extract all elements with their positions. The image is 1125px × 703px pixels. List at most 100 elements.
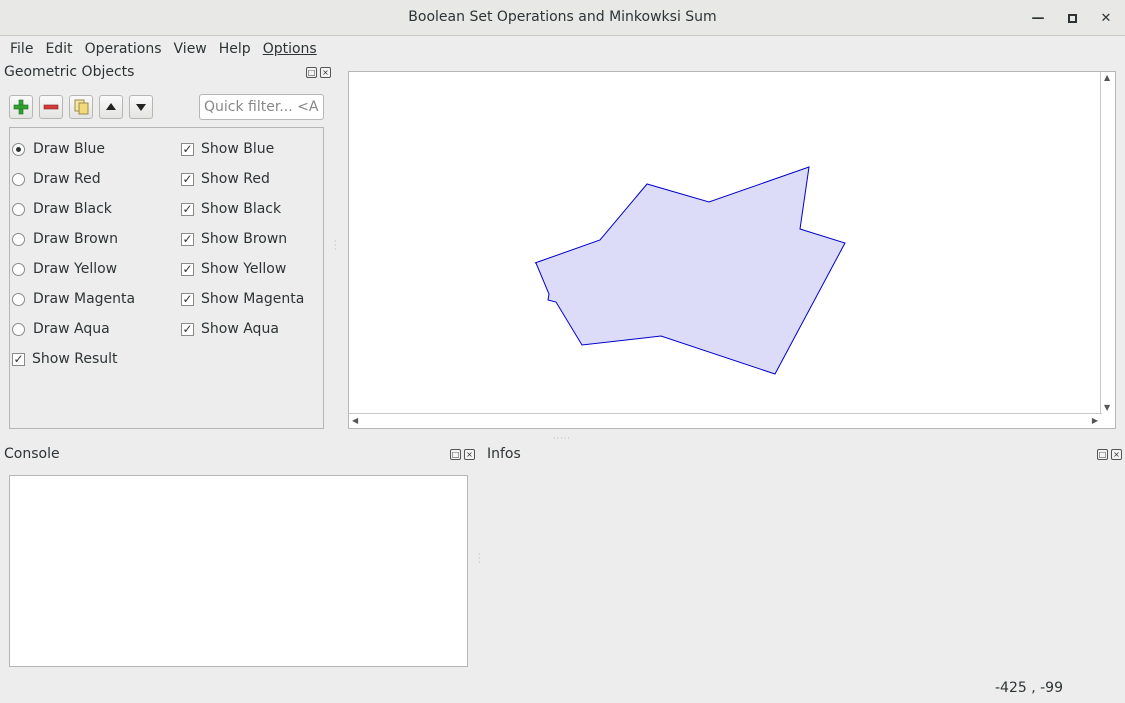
menu-options[interactable]: Options bbox=[258, 41, 322, 57]
draw-blue-radio[interactable]: Draw Blue bbox=[12, 140, 105, 158]
scroll-up-icon[interactable]: ▲ bbox=[1104, 73, 1110, 82]
arrow-up-icon bbox=[106, 103, 116, 110]
float-console-button[interactable]: □ bbox=[450, 449, 461, 460]
show-brown-checkbox[interactable]: ✓ Show Brown bbox=[181, 230, 287, 248]
vertical-scrollbar[interactable]: ▲ ▼ bbox=[1100, 72, 1115, 414]
draw-brown-radio[interactable]: Draw Brown bbox=[12, 230, 118, 248]
show-result-label: Show Result bbox=[32, 351, 118, 367]
radio-indicator bbox=[12, 232, 25, 246]
scroll-right-icon[interactable]: ▶ bbox=[1092, 416, 1098, 425]
checkmark-icon: ✓ bbox=[181, 231, 194, 246]
maximize-button[interactable] bbox=[1062, 8, 1082, 28]
geometric-objects-panel: Draw Blue Draw Red Draw Black Draw Brown… bbox=[9, 127, 324, 429]
float-dock-button[interactable]: □ bbox=[306, 67, 317, 78]
show-brown-label: Show Brown bbox=[201, 231, 288, 247]
show-aqua-label: Show Aqua bbox=[201, 321, 279, 337]
window-title: Boolean Set Operations and Minkowksi Sum bbox=[408, 9, 717, 25]
draw-black-label: Draw Black bbox=[33, 201, 112, 217]
maximize-icon bbox=[1067, 13, 1077, 23]
draw-red-label: Draw Red bbox=[33, 171, 101, 187]
show-red-checkbox[interactable]: ✓ Show Red bbox=[181, 170, 270, 188]
close-dock-button[interactable]: × bbox=[320, 67, 331, 78]
menu-view[interactable]: View bbox=[169, 41, 212, 57]
copy-icon bbox=[74, 99, 89, 115]
show-black-checkbox[interactable]: ✓ Show Black bbox=[181, 200, 281, 218]
copy-object-button[interactable] bbox=[69, 95, 93, 119]
move-down-button[interactable] bbox=[129, 95, 153, 119]
vertical-splitter-handle[interactable]: · · · bbox=[334, 238, 338, 254]
infos-splitter-handle[interactable]: · · · bbox=[478, 551, 482, 567]
radio-indicator bbox=[12, 142, 25, 156]
remove-object-button[interactable] bbox=[39, 95, 63, 119]
geometric-objects-title: Geometric Objects bbox=[4, 64, 135, 80]
show-result-checkbox[interactable]: ✓ Show Result bbox=[12, 350, 117, 368]
show-blue-checkbox[interactable]: ✓ Show Blue bbox=[181, 140, 274, 158]
checkmark-icon: ✓ bbox=[181, 141, 194, 156]
canvas-svg bbox=[534, 166, 846, 375]
checkmark-icon: ✓ bbox=[181, 291, 194, 306]
menu-bar: File Edit Operations View Help Options bbox=[0, 37, 1125, 61]
close-icon: × bbox=[1113, 450, 1120, 459]
draw-red-radio[interactable]: Draw Red bbox=[12, 170, 101, 188]
plus-icon bbox=[13, 99, 29, 115]
radio-indicator bbox=[12, 262, 25, 276]
float-icon: □ bbox=[1098, 450, 1107, 459]
move-up-button[interactable] bbox=[99, 95, 123, 119]
draw-aqua-label: Draw Aqua bbox=[33, 321, 110, 337]
checkmark-icon: ✓ bbox=[181, 171, 194, 186]
menu-file[interactable]: File bbox=[5, 41, 38, 57]
minimize-button[interactable]: — bbox=[1028, 8, 1048, 28]
checkmark-icon: ✓ bbox=[181, 321, 194, 336]
checkmark-icon: ✓ bbox=[181, 261, 194, 276]
horizontal-scrollbar[interactable]: ◀ ▶ bbox=[349, 413, 1102, 428]
radio-indicator bbox=[12, 322, 25, 336]
show-blue-label: Show Blue bbox=[201, 141, 275, 157]
arrow-down-icon bbox=[136, 104, 146, 111]
draw-black-radio[interactable]: Draw Black bbox=[12, 200, 112, 218]
show-black-label: Show Black bbox=[201, 201, 282, 217]
show-yellow-checkbox[interactable]: ✓ Show Yellow bbox=[181, 260, 286, 278]
console-title: Console bbox=[4, 446, 60, 462]
float-infos-button[interactable]: □ bbox=[1097, 449, 1108, 460]
draw-yellow-radio[interactable]: Draw Yellow bbox=[12, 260, 117, 278]
close-icon: ✕ bbox=[1100, 10, 1112, 26]
close-button[interactable]: ✕ bbox=[1096, 8, 1116, 28]
console-output[interactable] bbox=[9, 475, 468, 667]
minus-icon bbox=[43, 104, 59, 110]
radio-indicator bbox=[12, 292, 25, 306]
draw-brown-label: Draw Brown bbox=[33, 231, 118, 247]
float-icon: □ bbox=[451, 450, 460, 459]
scroll-down-icon[interactable]: ▼ bbox=[1104, 403, 1110, 412]
cursor-coordinates: -425 , -99 bbox=[995, 680, 1063, 696]
menu-operations[interactable]: Operations bbox=[80, 41, 167, 57]
infos-title: Infos bbox=[487, 446, 521, 462]
menu-help[interactable]: Help bbox=[214, 41, 256, 57]
scroll-left-icon[interactable]: ◀ bbox=[352, 416, 358, 425]
close-console-button[interactable]: × bbox=[464, 449, 475, 460]
title-bar: Boolean Set Operations and Minkowksi Sum… bbox=[0, 0, 1125, 36]
close-icon: × bbox=[322, 68, 329, 77]
draw-magenta-radio[interactable]: Draw Magenta bbox=[12, 290, 135, 308]
minimize-icon: — bbox=[1031, 10, 1045, 26]
radio-indicator bbox=[12, 202, 25, 216]
draw-aqua-radio[interactable]: Draw Aqua bbox=[12, 320, 110, 338]
close-infos-button[interactable]: × bbox=[1111, 449, 1122, 460]
radio-indicator bbox=[12, 172, 25, 186]
show-red-label: Show Red bbox=[201, 171, 270, 187]
draw-yellow-label: Draw Yellow bbox=[33, 261, 118, 277]
menu-edit[interactable]: Edit bbox=[40, 41, 77, 57]
show-magenta-label: Show Magenta bbox=[201, 291, 305, 307]
quick-filter-input[interactable] bbox=[199, 94, 324, 120]
show-yellow-label: Show Yellow bbox=[201, 261, 287, 277]
show-magenta-checkbox[interactable]: ✓ Show Magenta bbox=[181, 290, 304, 308]
show-aqua-checkbox[interactable]: ✓ Show Aqua bbox=[181, 320, 279, 338]
close-icon: × bbox=[466, 450, 473, 459]
blue-polygon[interactable] bbox=[534, 166, 846, 375]
checkmark-icon: ✓ bbox=[12, 351, 25, 366]
checkmark-icon: ✓ bbox=[181, 201, 194, 216]
horizontal-splitter-handle[interactable]: ····· bbox=[553, 434, 571, 443]
float-icon: □ bbox=[307, 68, 316, 77]
drawing-canvas[interactable]: ▲ ▼ ◀ ▶ bbox=[348, 71, 1116, 429]
draw-magenta-label: Draw Magenta bbox=[33, 291, 136, 307]
add-object-button[interactable] bbox=[9, 95, 33, 119]
